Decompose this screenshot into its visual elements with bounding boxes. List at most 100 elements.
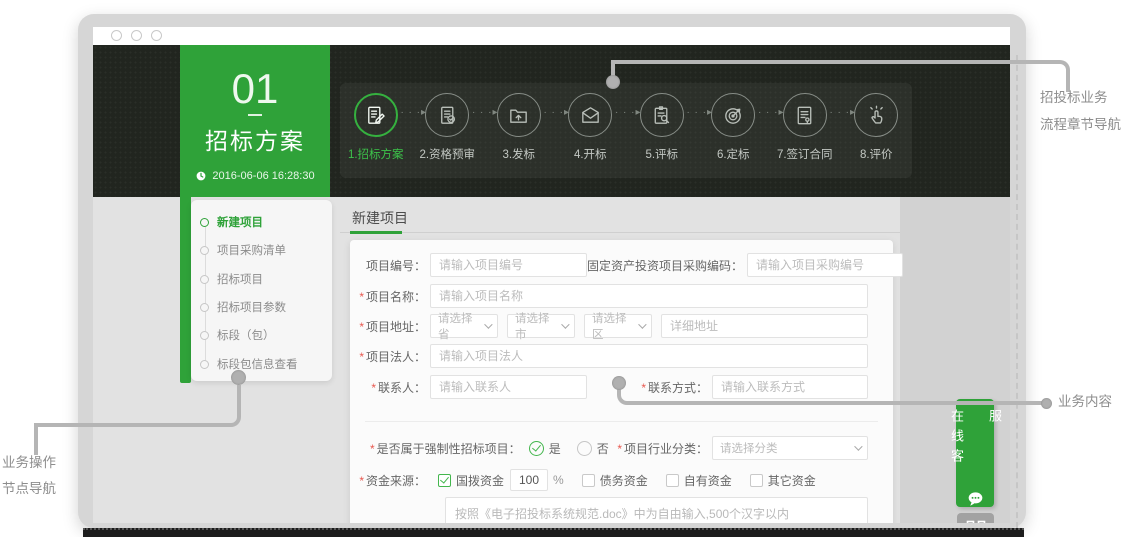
contact-input[interactable] [430, 375, 587, 399]
form-row-mandatory: 是否属于强制性招标项目： 是 否 项目行业分类： 请选择分类 [350, 436, 868, 460]
callout-dot-node-nav [231, 370, 246, 385]
mandatory-label: 是否属于强制性招标项目： [370, 440, 521, 457]
sidebar-item-package-info[interactable]: 标段包信息查看 [191, 356, 298, 372]
phase-date-row: 2016-06-06 16:28:30 [195, 170, 314, 182]
step-sign-contract[interactable]: 7.签订合同 [769, 83, 841, 178]
form-row-project-no: 项目编号： 固定资产投资项目采购编码： [350, 253, 868, 277]
radio-yes[interactable] [529, 441, 544, 456]
sidebar-item-label: 标段包信息查看 [217, 356, 298, 372]
project-no-label: 项目编号： [350, 257, 426, 274]
sidebar-item-purchase-list[interactable]: 项目采购清单 [191, 242, 286, 258]
window-control-circle[interactable] [131, 30, 142, 41]
online-service-button[interactable]: 在线客服 [956, 399, 994, 507]
online-service-label: 在线客服 [937, 409, 1010, 485]
page: 01 招标方案 2016-06-06 16:28:30 1.招标方案 [0, 0, 1127, 537]
sidebar-item-label: 标段（包） [217, 327, 275, 343]
chevron-down-icon [854, 442, 862, 450]
sidebar-item-tender-project[interactable]: 招标项目 [191, 271, 263, 287]
district-select-value: 请选择区 [592, 310, 634, 342]
step-award[interactable]: 6.定标 [698, 83, 770, 178]
timeline-dot-icon [200, 218, 209, 227]
window-control-circle[interactable] [111, 30, 122, 41]
project-no-input[interactable] [430, 253, 587, 277]
qr-code-button[interactable] [957, 513, 994, 523]
annotation-flow-nav-line2: 流程章节导航 [1040, 111, 1121, 138]
form-divider [365, 421, 878, 422]
industry-select[interactable]: 请选择分类 [712, 436, 868, 460]
legal-person-input[interactable] [430, 344, 868, 368]
checkbox-own-funds[interactable] [666, 474, 679, 487]
doc-check-icon [436, 104, 459, 127]
annotation-node-nav-line1: 业务操作 [2, 450, 56, 476]
step-issue-tender[interactable]: 3.发标 [483, 83, 555, 178]
sidebar-item-project-params[interactable]: 招标项目参数 [191, 299, 286, 315]
form-row-legal-person: 项目法人： [350, 344, 868, 368]
step-evaluate-bids[interactable]: 5.评标 [626, 83, 698, 178]
funds-option-label: 国拨资金 [456, 472, 504, 489]
dashed-guide-line [1016, 55, 1018, 528]
note-textarea[interactable]: 按照《电子招投标系统规范.doc》中为自由输入,500个汉字以内 [445, 497, 868, 523]
sidebar-item-label: 招标项目 [217, 271, 263, 287]
chevron-down-icon [484, 320, 492, 328]
step-label: 6.定标 [698, 146, 770, 162]
form-row-project-name: 项目名称： [350, 284, 868, 308]
clock-icon [195, 170, 207, 182]
industry-select-value: 请选择分类 [720, 440, 778, 456]
project-name-input[interactable] [430, 284, 868, 308]
timeline-dot-icon [200, 246, 209, 255]
checkbox-debt-funds[interactable] [582, 474, 595, 487]
chat-bubble-icon [966, 491, 985, 507]
page-body: 新建项目 项目采购清单 招标项目 招标项目参数 标段（包） [93, 197, 1010, 523]
funds-percent-input[interactable] [510, 469, 548, 491]
phase-title: 招标方案 [205, 122, 305, 156]
step-open-bids[interactable]: 4.开标 [555, 83, 627, 178]
callout-line-node-nav [34, 385, 241, 427]
contact-label: 联系人： [350, 379, 426, 396]
step-bidding-plan[interactable]: 1.招标方案 [340, 83, 412, 178]
radio-no-label: 否 [597, 440, 609, 457]
hand-click-icon [865, 104, 888, 127]
clipboard-search-icon [650, 104, 673, 127]
step-circle [640, 93, 684, 137]
checkbox-state-funds[interactable] [438, 474, 451, 487]
project-address-label: 项目地址： [350, 318, 426, 335]
step-circle [354, 93, 398, 137]
tab-divider [340, 232, 900, 233]
funds-option-label: 债务资金 [600, 472, 648, 489]
city-select[interactable]: 请选择市 [507, 314, 575, 338]
target-dart-icon [722, 104, 745, 127]
bottom-dark-strip [83, 528, 1024, 537]
callout-cap-content [1041, 398, 1052, 409]
percent-unit: % [553, 473, 564, 487]
qr-code-icon [966, 520, 986, 523]
timeline-dot-icon [200, 303, 209, 312]
annotation-flow-nav-line1: 招投标业务 [1040, 84, 1121, 111]
province-select-value: 请选择省 [438, 310, 480, 342]
province-select[interactable]: 请选择省 [430, 314, 498, 338]
browser-viewport: 01 招标方案 2016-06-06 16:28:30 1.招标方案 [93, 45, 1010, 523]
annotation-flow-nav: 招投标业务 流程章节导航 [1040, 84, 1121, 138]
address-detail-input[interactable] [661, 314, 868, 338]
timeline-dot-icon [200, 275, 209, 284]
radio-no[interactable] [577, 441, 592, 456]
funds-option-label: 其它资金 [768, 472, 816, 489]
tab-new-project[interactable]: 新建项目 [352, 208, 408, 228]
callout-line-content [617, 385, 1046, 405]
district-select[interactable]: 请选择区 [584, 314, 652, 338]
step-label: 5.评标 [626, 146, 698, 162]
sidebar-item-new-project[interactable]: 新建项目 [191, 214, 263, 230]
step-review[interactable]: 8.评价 [841, 83, 913, 178]
asset-code-label: 固定资产投资项目采购编码： [587, 257, 747, 274]
step-prequalification[interactable]: 2.资格预审 [412, 83, 484, 178]
browser-titlebar [93, 27, 1010, 45]
callout-dot-flow-nav [606, 75, 620, 89]
step-label: 2.资格预审 [412, 146, 484, 162]
step-circle [854, 93, 898, 137]
window-control-circle[interactable] [151, 30, 162, 41]
checkbox-other-funds[interactable] [750, 474, 763, 487]
asset-code-input[interactable] [747, 253, 903, 277]
form-row-project-address: 项目地址： 请选择省 请选择市 请选择区 [350, 314, 868, 338]
doc-edit-icon [364, 104, 387, 127]
envelope-icon [579, 104, 602, 127]
sidebar-item-section-package[interactable]: 标段（包） [191, 327, 275, 343]
